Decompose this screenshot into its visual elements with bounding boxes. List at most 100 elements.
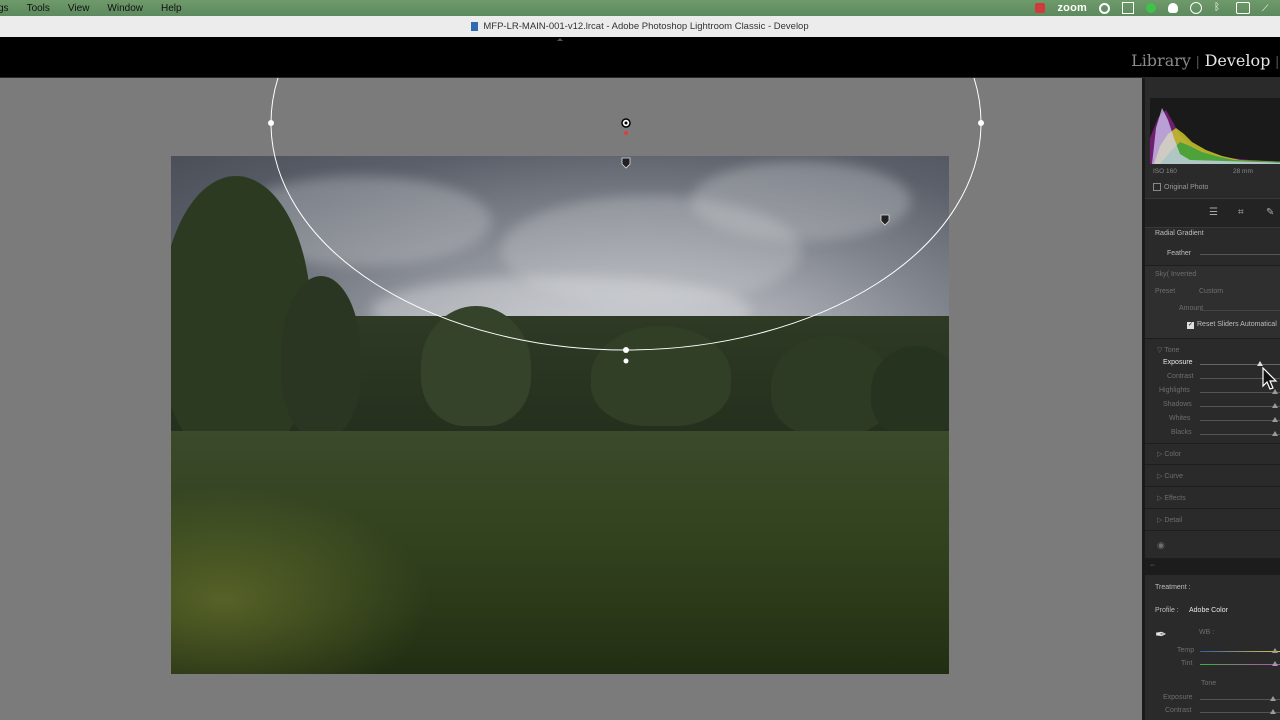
curve-section-header[interactable]: ▷ Curve	[1157, 472, 1183, 480]
record-icon[interactable]	[1035, 3, 1046, 13]
tone-section-header[interactable]: ▽ Tone	[1157, 346, 1179, 354]
preset-dropdown[interactable]: Custom	[1199, 288, 1223, 295]
feather-slider[interactable]	[1200, 254, 1280, 255]
module-separator: |	[1195, 53, 1200, 69]
histogram	[1150, 98, 1280, 164]
wb-eyedropper-icon[interactable]: ✒	[1155, 626, 1167, 643]
profile-label: Profile :	[1155, 607, 1179, 614]
creative-cloud-icon[interactable]	[1099, 2, 1110, 14]
blacks-slider[interactable]	[1200, 434, 1280, 435]
amount-slider[interactable]	[1200, 310, 1280, 311]
shadows-label: Shadows	[1163, 401, 1192, 408]
blacks-slider-knob[interactable]	[1272, 431, 1278, 436]
menu-help[interactable]: Help	[152, 3, 191, 14]
healing-brush-icon[interactable]: ✎	[1266, 208, 1278, 218]
temp-label: Temp	[1177, 647, 1195, 654]
screen-icon[interactable]	[1122, 2, 1134, 14]
checkmark-icon: ✓	[1187, 322, 1194, 329]
color-section-title: Color	[1164, 451, 1182, 458]
battery-icon[interactable]	[1236, 2, 1250, 14]
shadows-slider[interactable]	[1200, 406, 1280, 407]
menu-view[interactable]: View	[59, 3, 99, 14]
photo	[171, 156, 949, 674]
shadows-slider-knob[interactable]	[1272, 403, 1278, 408]
mouse-cursor-icon	[1262, 367, 1278, 390]
visibility-eye-icon[interactable]: ◉	[1157, 540, 1165, 551]
green-dot-icon[interactable]	[1146, 3, 1156, 13]
tint-label: Tint	[1181, 660, 1193, 667]
tone-title: Tone	[1164, 347, 1180, 354]
ellipse-handle-left[interactable]	[268, 120, 274, 126]
profile-dropdown[interactable]: Adobe Color	[1189, 607, 1228, 614]
basic-contrast-knob[interactable]	[1270, 709, 1276, 714]
whites-label: Whites	[1169, 415, 1191, 422]
zoom-status[interactable]: zoom	[1057, 2, 1087, 14]
color-section-header[interactable]: ▷ Color	[1157, 450, 1181, 458]
exposure-label: Exposure	[1163, 359, 1193, 366]
crop-icon[interactable]: ⌗	[1238, 208, 1250, 218]
contrast-label: Contrast	[1167, 373, 1194, 380]
radial-gradient-title: Radial Gradient	[1155, 230, 1204, 237]
window-title: MFP-LR-MAIN-001-v12.lrcat - Adobe Photos…	[483, 21, 809, 32]
image-canvas[interactable]	[0, 78, 1142, 720]
iso-value: ISO 160	[1153, 168, 1177, 175]
tint-slider-knob[interactable]	[1272, 661, 1278, 666]
edit-sliders-icon[interactable]: ☰	[1209, 208, 1221, 218]
module-develop[interactable]: Develop	[1205, 51, 1271, 70]
basic-tone-title: Tone	[1201, 680, 1217, 687]
tint-slider[interactable]	[1200, 664, 1280, 665]
highlights-label: Highlights	[1159, 387, 1190, 394]
menu-edit-settings[interactable]: gs	[0, 3, 18, 14]
feather-label: Feather	[1167, 250, 1192, 257]
basic-exposure-label: Exposure	[1163, 694, 1193, 701]
collapse-top-panel-icon[interactable]	[557, 38, 563, 41]
bluetooth-icon[interactable]: ᛒ	[1214, 3, 1224, 13]
panel-divider	[1145, 559, 1280, 575]
menu-tools[interactable]: Tools	[18, 3, 59, 14]
module-library[interactable]: Library	[1131, 51, 1191, 70]
wb-label: WB :	[1199, 629, 1215, 636]
reset-sliders-label: Reset Sliders Automatical	[1197, 321, 1277, 328]
highlights-slider[interactable]	[1200, 392, 1280, 393]
basic-collapse-icon[interactable]: ⇔	[1149, 562, 1156, 569]
temp-slider[interactable]	[1200, 651, 1280, 652]
detail-section-title: Detail	[1164, 517, 1183, 524]
extra-icon[interactable]: ⟋	[1262, 3, 1272, 13]
gradient-center-pin[interactable]	[621, 118, 631, 128]
detail-section-header[interactable]: ▷ Detail	[1157, 516, 1182, 524]
curve-section-title: Curve	[1164, 473, 1184, 480]
basic-exposure-slider[interactable]	[1200, 699, 1280, 700]
menu-window[interactable]: Window	[98, 3, 152, 14]
document-icon	[471, 22, 479, 31]
window-titlebar: MFP-LR-MAIN-001-v12.lrcat - Adobe Photos…	[0, 16, 1280, 38]
rotation-handle[interactable]	[624, 131, 628, 135]
mask-name: Sky( Inverted	[1155, 271, 1197, 278]
ellipse-handle-right[interactable]	[978, 120, 984, 126]
preset-label: Preset	[1155, 288, 1176, 295]
module-picker: Library | Develop |	[0, 37, 1280, 78]
checkbox-icon[interactable]	[1153, 183, 1161, 191]
cloud-sync-icon[interactable]	[1168, 3, 1178, 13]
whites-slider[interactable]	[1200, 420, 1280, 421]
exposure-slider[interactable]	[1200, 364, 1280, 365]
effects-section-header[interactable]: ▷ Effects	[1157, 494, 1186, 502]
status-icons: zoom ᛒ ⟋	[1035, 0, 1272, 16]
menu-bar: gs Tools View Window Help zoom ᛒ ⟋	[0, 0, 1280, 16]
treatment-label: Treatment :	[1155, 584, 1191, 591]
original-photo-label: Original Photo	[1164, 183, 1209, 191]
focal-length-value: 28 mm	[1233, 168, 1253, 175]
blacks-label: Blacks	[1171, 429, 1192, 436]
tool-strip: ☰ ⌗ ✎	[1145, 198, 1280, 228]
whites-slider-knob[interactable]	[1272, 417, 1278, 422]
temp-slider-knob[interactable]	[1272, 648, 1278, 653]
basic-exposure-knob[interactable]	[1270, 696, 1276, 701]
right-panel: ISO 160 28 mm Original Photo ☰ ⌗ ✎ Radia…	[1142, 78, 1280, 720]
module-separator: |	[1275, 53, 1279, 69]
time-machine-icon[interactable]	[1190, 2, 1202, 14]
basic-contrast-label: Contrast	[1165, 707, 1192, 714]
reset-sliders-checkbox[interactable]: ✓ Reset Sliders Automatical	[1187, 321, 1277, 329]
original-photo-toggle[interactable]: Original Photo	[1153, 183, 1208, 191]
effects-section-title: Effects	[1164, 495, 1186, 502]
basic-contrast-slider[interactable]	[1200, 712, 1280, 713]
exposure-slider-knob[interactable]	[1257, 361, 1263, 366]
